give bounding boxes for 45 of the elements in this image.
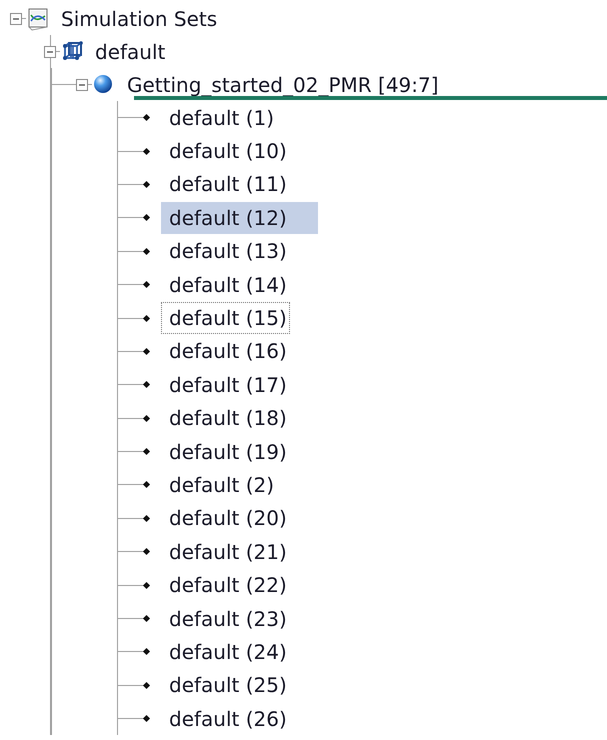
tree-item[interactable]: default (1) [161, 102, 306, 134]
bullet-icon [142, 114, 150, 122]
bullet-icon [142, 281, 150, 288]
bullet-icon [142, 381, 150, 388]
bullet-icon [142, 414, 150, 422]
tree-item[interactable]: default (12) [161, 202, 318, 234]
collapse-icon[interactable] [44, 46, 56, 58]
tree-item[interactable]: default (16) [161, 335, 318, 368]
tree-item[interactable]: default (20) [161, 502, 318, 534]
bullet-icon [142, 214, 150, 222]
tree-item[interactable]: default (21) [161, 536, 318, 568]
bullet-icon [142, 582, 150, 589]
tree-item[interactable]: default (25) [161, 669, 318, 702]
tree-item[interactable]: default (24) [161, 636, 318, 668]
tree-item[interactable]: default (10) [161, 135, 318, 168]
bullet-icon [142, 481, 150, 489]
tree-item[interactable]: default (18) [161, 402, 318, 434]
tree-item[interactable]: default (2) [161, 468, 306, 501]
chart-window-icon [26, 6, 50, 30]
bullet-icon [142, 648, 150, 656]
bullet-icon [142, 715, 150, 722]
bullet-icon [142, 148, 150, 155]
tree-item[interactable]: default (23) [161, 602, 318, 635]
tree-item[interactable]: default (15) [161, 302, 290, 334]
bullet-icon [142, 314, 150, 322]
tree-item[interactable]: Simulation Sets [56, 2, 222, 34]
bullet-icon [142, 682, 150, 689]
tree-item[interactable]: default [90, 36, 170, 68]
bullet-icon [142, 615, 150, 622]
collapse-icon[interactable] [76, 78, 88, 90]
bullet-icon [142, 248, 150, 255]
tree-item[interactable]: default (19) [161, 436, 318, 468]
tree-item[interactable]: default (13) [161, 235, 318, 268]
tree-item[interactable]: default (14) [161, 268, 318, 301]
collapse-icon[interactable] [10, 12, 22, 24]
bullet-icon [142, 548, 150, 556]
bullet-icon [142, 514, 150, 522]
bullet-icon [142, 448, 150, 456]
bullet-icon [142, 348, 150, 355]
tree-item[interactable]: default (17) [161, 368, 318, 401]
bullet-icon [142, 180, 150, 188]
tree-item[interactable]: default (11) [161, 168, 318, 200]
tree-item[interactable]: default (26) [161, 702, 318, 735]
tree-item[interactable]: default (22) [161, 569, 318, 602]
tree-item[interactable]: Getting_started_02_PMR [49:7] [122, 68, 444, 100]
